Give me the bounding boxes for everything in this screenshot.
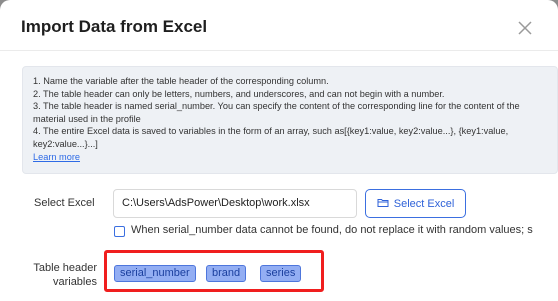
select-excel-button[interactable]: Select Excel — [365, 189, 466, 218]
select-excel-button-label: Select Excel — [393, 197, 455, 210]
info-line-3: 3. The table header is named serial_numb… — [33, 101, 520, 124]
info-line-2: 2. The table header can only be letters,… — [33, 88, 445, 99]
info-line-1: 1. Name the variable after the table hea… — [33, 76, 329, 86]
table-header-variables-label: Table header variables — [33, 262, 97, 288]
learn-more-link[interactable]: Learn more — [33, 151, 547, 164]
header-divider — [0, 50, 558, 51]
info-panel: 1. Name the variable after the table hea… — [22, 66, 558, 174]
folder-icon — [377, 197, 389, 211]
dialog-title: Import Data from Excel — [21, 17, 208, 36]
variable-tag-series[interactable]: series — [260, 265, 302, 282]
variable-tag-serial-number[interactable]: serial_number — [114, 265, 196, 282]
variable-tag-brand[interactable]: brand — [206, 265, 247, 282]
keep-serial-checkbox[interactable] — [114, 226, 125, 237]
keep-serial-label: When serial_number data cannot be found,… — [131, 224, 533, 236]
info-line-4: 4. The entire Excel data is saved to var… — [33, 126, 509, 149]
import-excel-dialog: Import Data from Excel 1. Name the varia… — [0, 0, 558, 301]
excel-path-field[interactable]: C:\Users\AdsPower\Desktop\work.xlsx — [113, 189, 357, 218]
select-excel-label: Select Excel — [34, 197, 95, 209]
close-icon[interactable] — [515, 18, 535, 38]
